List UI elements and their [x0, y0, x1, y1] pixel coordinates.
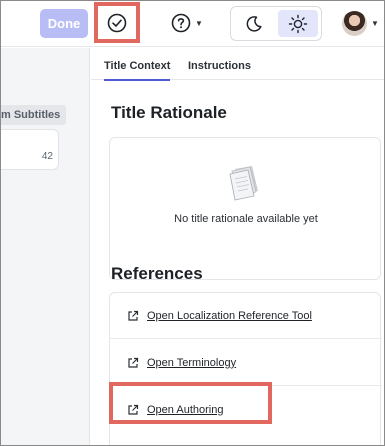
moon-icon — [246, 15, 262, 32]
empty-state-message: No title rationale available yet — [174, 213, 318, 225]
complete-button[interactable] — [94, 2, 140, 43]
open-localization-reference-tool-link[interactable]: Open Localization Reference Tool — [147, 310, 312, 322]
tab-instructions[interactable]: Instructions — [188, 60, 251, 79]
references-heading: References — [111, 264, 203, 283]
context-panel: Title Context Instructions Title Rationa… — [91, 48, 384, 445]
subtitles-card[interactable]: 42 — [1, 129, 59, 170]
title-rationale-card: No title rationale available yet — [109, 137, 381, 280]
avatar — [342, 11, 367, 36]
caret-down-icon: ▼ — [195, 18, 203, 28]
external-link-icon — [128, 310, 139, 321]
theme-toggle — [230, 6, 322, 41]
sun-icon — [288, 14, 308, 33]
panel-tabs: Title Context Instructions — [91, 48, 384, 81]
reference-item[interactable]: Open Authoring — [110, 387, 382, 433]
done-button[interactable]: Done — [40, 9, 88, 38]
caret-down-icon: ▼ — [371, 19, 379, 28]
subtitles-count: 42 — [41, 151, 53, 162]
documents-icon — [229, 166, 258, 201]
reference-item[interactable]: Open Terminology — [110, 340, 382, 386]
external-link-icon — [128, 357, 139, 368]
user-menu-button[interactable]: ▼ — [342, 10, 382, 37]
open-authoring-link[interactable]: Open Authoring — [147, 404, 223, 416]
top-toolbar: Done ▼ ▼ — [1, 1, 384, 47]
light-mode-button[interactable] — [278, 10, 318, 37]
references-list: Open Localization Reference Tool Open Te… — [109, 292, 382, 445]
check-circle-icon — [107, 13, 127, 32]
subtitles-tag[interactable]: m Subtitles — [1, 105, 67, 125]
tab-title-context[interactable]: Title Context — [104, 60, 171, 81]
help-menu-button[interactable]: ▼ — [170, 10, 210, 36]
left-panel: m Subtitles 42 — [1, 48, 90, 445]
app-window: Done ▼ ▼ m Subtitles 42 Title Context In… — [0, 0, 385, 446]
open-terminology-link[interactable]: Open Terminology — [147, 357, 236, 369]
title-rationale-heading: Title Rationale — [111, 103, 227, 122]
dark-mode-button[interactable] — [234, 10, 274, 37]
external-link-icon — [128, 404, 139, 415]
reference-item[interactable]: Open Localization Reference Tool — [110, 293, 382, 339]
question-circle-icon — [171, 13, 191, 33]
